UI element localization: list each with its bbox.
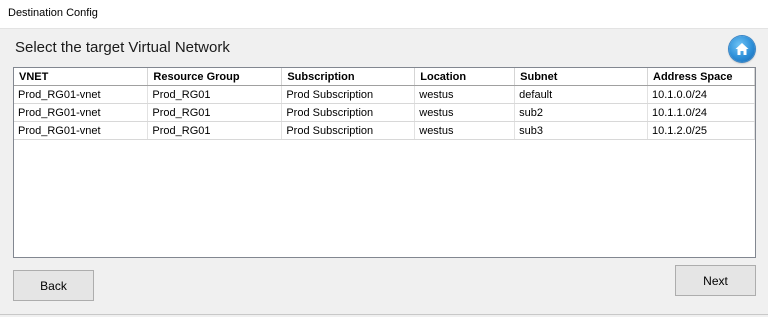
cell-subnet: sub3 — [514, 121, 648, 140]
next-button[interactable]: Next — [675, 265, 756, 296]
cell-subscription: Prod Subscription — [281, 103, 416, 122]
column-header-resource-group[interactable]: Resource Group — [147, 68, 283, 86]
cell-address-space: 10.1.2.0/25 — [647, 121, 755, 140]
cell-address-space: 10.1.1.0/24 — [647, 103, 755, 122]
home-icon — [735, 43, 749, 55]
window-title: Destination Config — [8, 7, 98, 19]
title-bar: Destination Config — [0, 0, 768, 29]
cell-address-space: 10.1.0.0/24 — [647, 85, 755, 104]
cell-vnet: Prod_RG01-vnet — [14, 103, 149, 122]
vnet-table: VNET Resource Group Subscription Locatio… — [14, 68, 755, 140]
column-header-vnet[interactable]: VNET — [14, 68, 149, 86]
page-heading: Select the target Virtual Network — [15, 39, 230, 56]
cell-vnet: Prod_RG01-vnet — [14, 121, 149, 140]
cell-subnet: default — [514, 85, 648, 104]
column-header-subscription[interactable]: Subscription — [281, 68, 416, 86]
cell-resource-group: Prod_RG01 — [147, 85, 283, 104]
header-row: VNET Resource Group Subscription Locatio… — [14, 68, 755, 86]
cell-subscription: Prod Subscription — [281, 85, 416, 104]
window-bottom-edge — [0, 314, 768, 315]
home-button[interactable] — [729, 36, 755, 62]
back-button[interactable]: Back — [13, 270, 94, 301]
cell-location: westus — [414, 103, 516, 122]
cell-resource-group: Prod_RG01 — [147, 121, 283, 140]
column-header-address-space[interactable]: Address Space — [647, 68, 755, 86]
cell-subscription: Prod Subscription — [281, 121, 416, 140]
cell-resource-group: Prod_RG01 — [147, 103, 283, 122]
table-row[interactable]: Prod_RG01-vnet Prod_RG01 Prod Subscripti… — [14, 121, 755, 140]
cell-location: westus — [414, 121, 516, 140]
cell-location: westus — [414, 85, 516, 104]
cell-vnet: Prod_RG01-vnet — [14, 85, 149, 104]
column-header-subnet[interactable]: Subnet — [514, 68, 648, 86]
column-header-location[interactable]: Location — [414, 68, 516, 86]
vnet-grid[interactable]: VNET Resource Group Subscription Locatio… — [13, 67, 756, 258]
table-row[interactable]: Prod_RG01-vnet Prod_RG01 Prod Subscripti… — [14, 85, 755, 104]
table-row[interactable]: Prod_RG01-vnet Prod_RG01 Prod Subscripti… — [14, 103, 755, 122]
cell-subnet: sub2 — [514, 103, 648, 122]
